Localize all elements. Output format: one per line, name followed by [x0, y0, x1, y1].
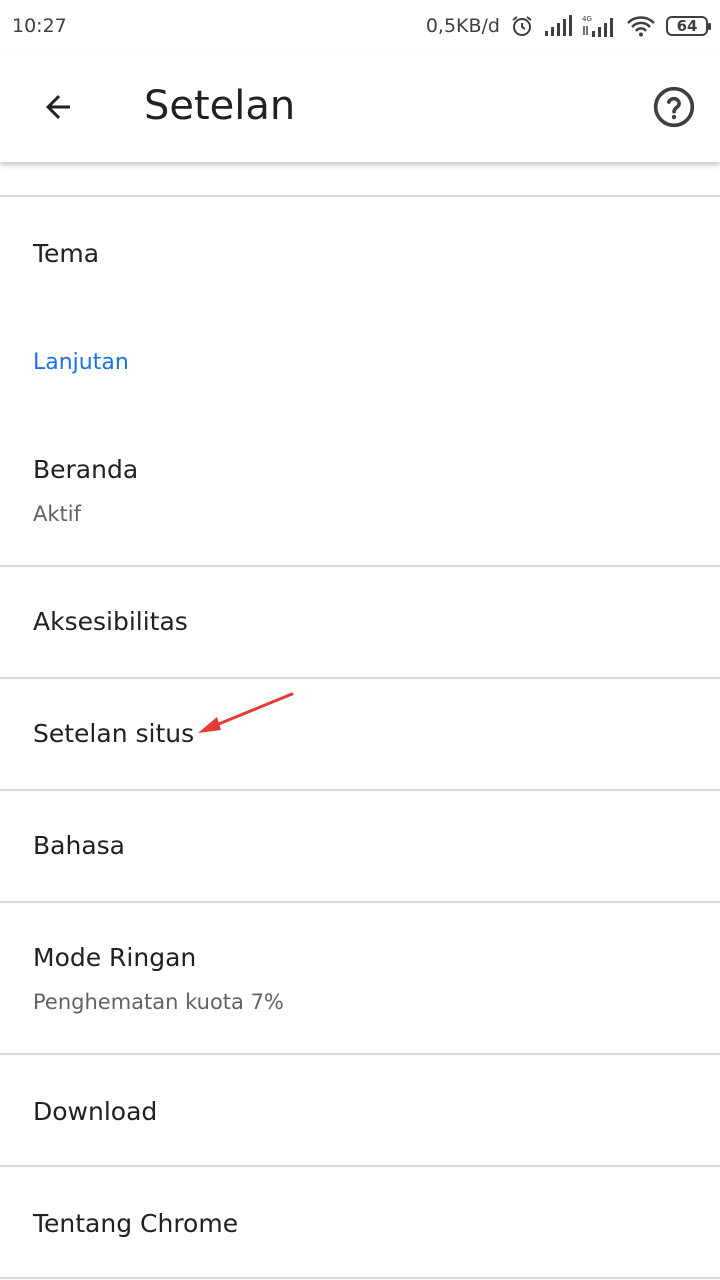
signal-4g-icon: 4G	[582, 14, 616, 38]
settings-item-label: Tema	[33, 239, 100, 268]
help-button[interactable]	[646, 79, 702, 135]
svg-text:4G: 4G	[582, 15, 592, 23]
divider	[0, 1277, 720, 1279]
settings-item-summary: Penghematan kuota 7%	[33, 990, 284, 1014]
settings-item-label: Aksesibilitas	[33, 607, 188, 636]
settings-item-label: Beranda	[33, 455, 139, 484]
settings-item-setelan-situs[interactable]: Setelan situs	[0, 679, 720, 789]
page-title: Setelan	[144, 83, 296, 129]
arrow-back-icon	[46, 95, 70, 119]
settings-item-summary: Aktif	[33, 502, 81, 526]
status-time: 10:27	[12, 15, 67, 37]
settings-item-label: Bahasa	[33, 831, 125, 860]
settings-item-tema[interactable]: Tema	[0, 197, 720, 307]
settings-item-label: Download	[33, 1097, 158, 1126]
settings-item-bahasa[interactable]: Bahasa	[0, 791, 720, 901]
settings-item-mode-ringan[interactable]: Mode Ringan Penghematan kuota 7%	[0, 903, 720, 1053]
section-label: Lanjutan	[33, 350, 129, 375]
battery-icon: 64	[666, 16, 711, 36]
network-speed: 0,5KB/d	[425, 15, 500, 37]
settings-item-beranda[interactable]: Beranda Aktif	[0, 417, 720, 565]
alarm-icon	[510, 14, 534, 38]
section-header-advanced: Lanjutan	[0, 307, 720, 417]
status-bar: 10:27 0,5KB/d 4G 64	[0, 0, 720, 52]
app-bar: Setelan	[0, 52, 720, 162]
settings-item-label: Setelan situs	[33, 719, 195, 748]
wifi-icon	[626, 15, 656, 37]
settings-item-download[interactable]: Download	[0, 1055, 720, 1165]
back-button[interactable]	[30, 79, 86, 135]
status-icons: 0,5KB/d 4G 64	[425, 14, 711, 38]
help-circle-icon	[653, 86, 695, 128]
settings-item-tentang-chrome[interactable]: Tentang Chrome	[0, 1167, 720, 1277]
settings-item-label: Tentang Chrome	[33, 1209, 239, 1238]
settings-item-label: Mode Ringan	[33, 943, 197, 972]
annotation-arrow-icon	[198, 692, 294, 733]
signal-icon	[544, 15, 572, 37]
settings-item-aksesibilitas[interactable]: Aksesibilitas	[0, 567, 720, 677]
